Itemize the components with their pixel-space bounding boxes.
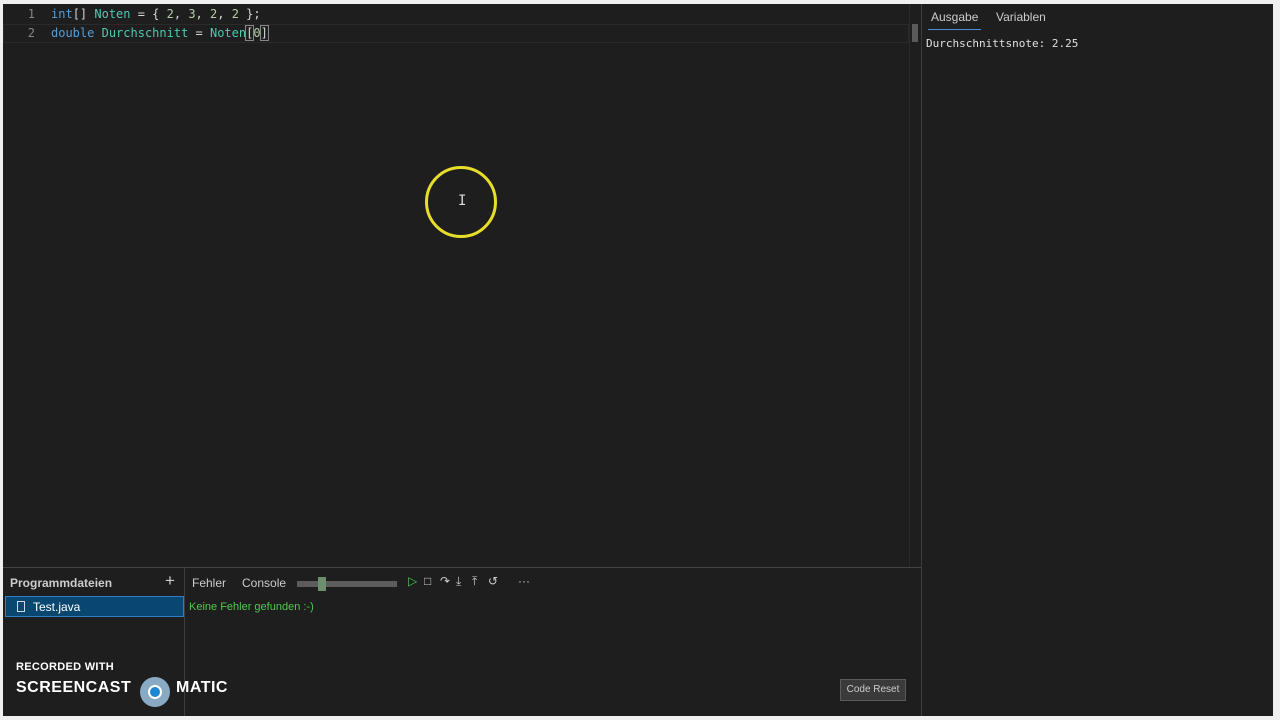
code-token: , [195,7,210,21]
error-status: Keine Fehler gefunden :-) [189,601,314,613]
code-token: }; [238,7,261,21]
speed-slider[interactable] [297,581,397,587]
code-editor[interactable]: 1 int[] Noten = { 2, 3, 2, 2 }; 2 double… [3,4,922,567]
line-number: 1 [27,7,35,21]
code-token: Noten [94,7,131,21]
code-token: int [51,7,73,21]
watermark-brand-left: SCREENCAST [16,679,132,696]
file-item[interactable]: Test.java [5,596,184,617]
code-line-2[interactable]: 2 double Durchschnitt = Noten[0] [3,24,909,43]
tab-ausgabe[interactable]: Ausgabe [927,10,982,30]
step-into-icon[interactable]: ⤓ [456,573,461,589]
add-file-icon[interactable]: + [165,571,175,591]
tab-variablen[interactable]: Variablen [996,10,1046,24]
files-panel-title: Programmdateien [10,576,113,590]
tab-fehler[interactable]: Fehler [192,576,226,590]
more-icon[interactable]: ··· [518,573,530,589]
screencast-logo-icon [140,677,170,707]
run-icon[interactable]: ▷ [408,573,417,589]
files-panel: Programmdateien + Test.java RECORDED WIT… [3,568,227,716]
code-token: double [51,26,95,40]
file-icon [17,601,25,612]
scrollbar-thumb[interactable] [912,24,918,42]
code-token: 2 [166,7,174,21]
code-token: , [173,7,189,21]
speed-slider-thumb[interactable] [318,577,326,591]
code-token: ] [259,25,269,41]
console-panel: Fehler Console ▷ □ ↷ ⤓ ⤒ ↺ ··· Keine Feh… [184,568,921,716]
step-over-icon[interactable]: ↷ [440,573,450,589]
program-output: Durchschnittsnote: 2.25 [926,37,1079,50]
code-token: 0 [253,26,261,40]
code-token: [] [72,7,95,21]
code-token: = { [130,7,167,21]
code-text[interactable]: int[] Noten = { 2, 3, 2, 2 }; [51,5,261,24]
tab-console[interactable]: Console [242,576,286,590]
text-cursor-icon: I [458,193,467,209]
output-panel: Ausgabe Variablen Durchschnittsnote: 2.2… [921,4,1273,716]
step-out-icon[interactable]: ⤒ [472,573,477,589]
code-token: = [188,26,210,40]
code-token: 2 [231,7,239,21]
code-reset-button[interactable]: Code Reset [840,679,906,701]
code-line-1[interactable]: 1 int[] Noten = { 2, 3, 2, 2 }; [3,5,909,24]
ide-window: 1 int[] Noten = { 2, 3, 2, 2 }; 2 double… [3,4,1273,716]
code-token: Noten [209,26,247,40]
restart-icon[interactable]: ↺ [488,573,498,589]
bottom-area: Programmdateien + Test.java RECORDED WIT… [3,567,921,716]
stop-icon[interactable]: □ [424,573,431,589]
code-token: , [217,7,232,21]
watermark-caption: RECORDED WITH [16,661,115,673]
file-name: Test.java [33,600,81,614]
code-token: Durchschnitt [101,26,189,40]
code-token: 3 [188,7,196,21]
line-number: 2 [27,26,35,40]
code-text[interactable]: double Durchschnitt = Noten[0] [51,24,269,43]
